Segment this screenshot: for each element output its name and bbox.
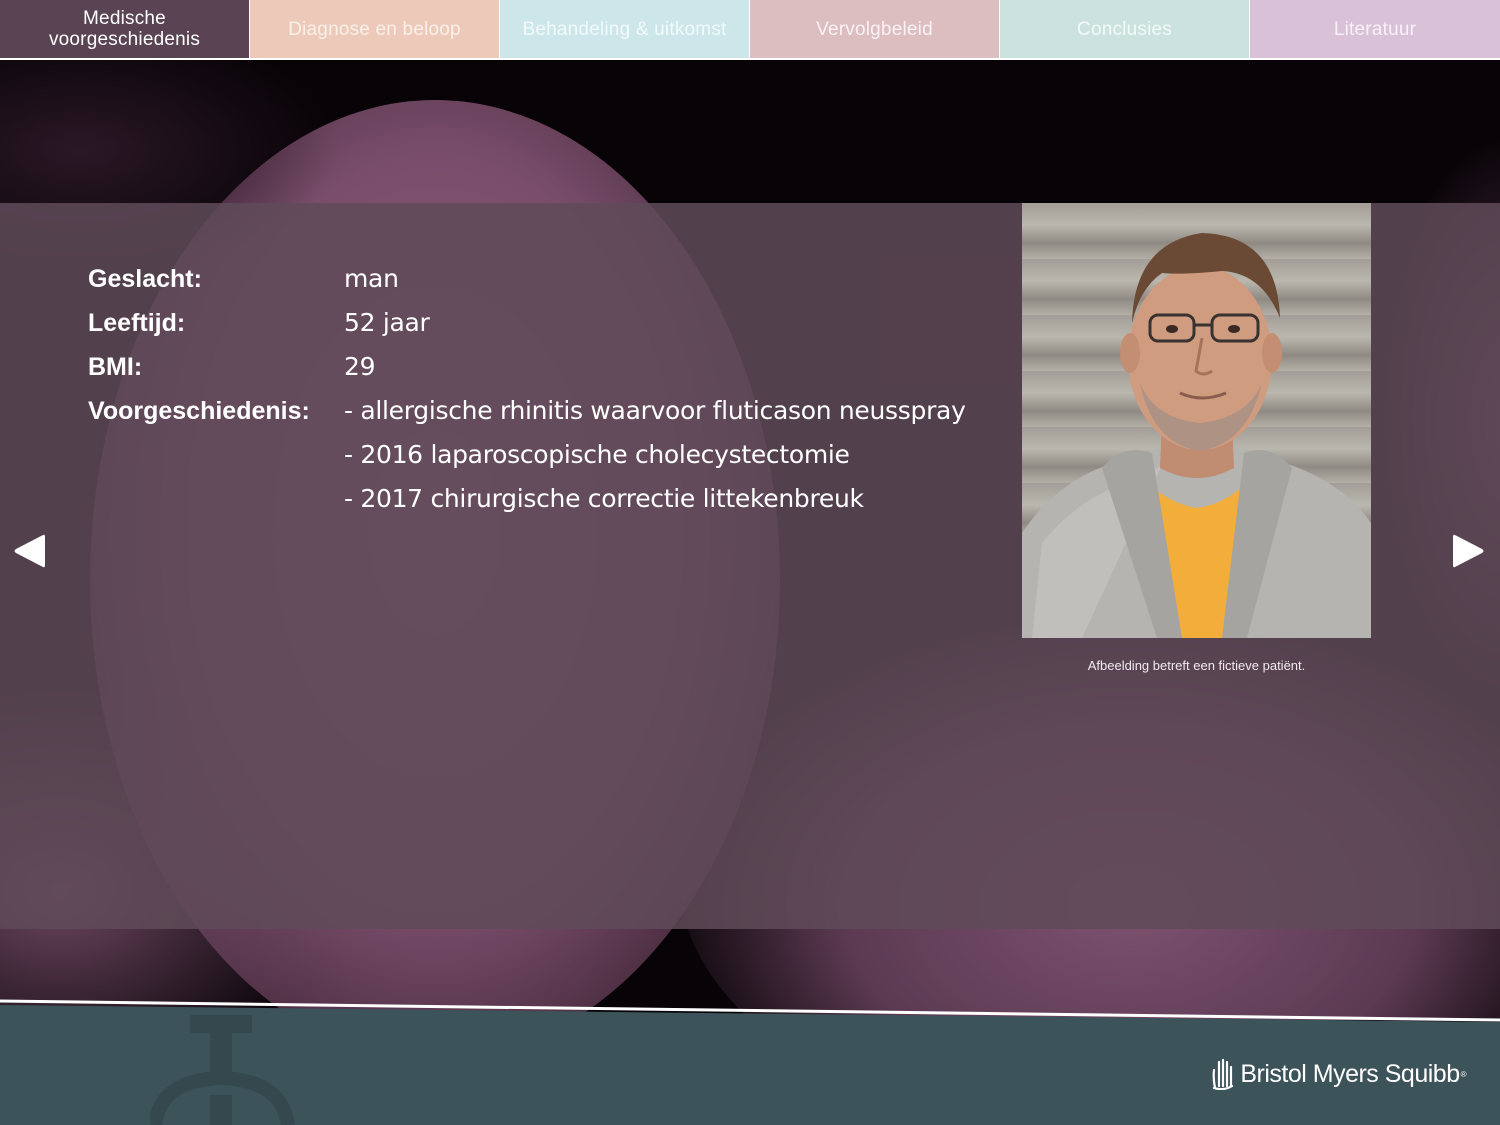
history-label: Voorgeschiedenis:	[88, 397, 310, 425]
gender-row: Geslacht: man	[88, 263, 966, 307]
patient-details: Geslacht: man Leeftijd: 52 jaar BMI: 29 …	[88, 263, 966, 527]
bmi-value: 29	[344, 352, 376, 381]
previous-slide-button[interactable]	[12, 532, 46, 570]
footer-watermark-icon	[150, 1015, 295, 1125]
tab-vervolgbeleid[interactable]: Vervolgbeleid	[750, 0, 999, 58]
history-row: - 2016 laparoscopische cholecystectomie	[88, 439, 966, 483]
registered-mark: ®	[1460, 1069, 1467, 1079]
brand-logo: Bristol Myers Squibb ®	[1212, 1058, 1467, 1090]
history-item: - 2017 chirurgische correctie littekenbr…	[344, 484, 864, 513]
history-row: - 2017 chirurgische correctie littekenbr…	[88, 483, 966, 527]
bmi-row: BMI: 29	[88, 351, 966, 395]
hand-logo-icon	[1212, 1058, 1234, 1090]
tab-literatuur[interactable]: Literatuur	[1250, 0, 1500, 58]
brand-name: Bristol Myers Squibb	[1240, 1059, 1460, 1088]
gender-value: man	[344, 264, 399, 293]
age-row: Leeftijd: 52 jaar	[88, 307, 966, 351]
patient-photo	[1022, 203, 1371, 638]
tab-diagnose-en-beloop[interactable]: Diagnose en beloop	[250, 0, 499, 58]
tab-medische-voorgeschiedenis[interactable]: Medische voorgeschiedenis	[0, 0, 249, 58]
age-value: 52 jaar	[344, 308, 430, 337]
tab-conclusies[interactable]: Conclusies	[1000, 0, 1249, 58]
main-tab-bar: Medische voorgeschiedenis Diagnose en be…	[0, 0, 1500, 60]
photo-caption: Afbeelding betreft een fictieve patiënt.	[1087, 658, 1306, 673]
triangle-right-icon	[1453, 534, 1484, 568]
history-row: Voorgeschiedenis: - allergische rhinitis…	[88, 395, 966, 439]
tab-behandeling-uitkomst[interactable]: Behandeling & uitkomst	[500, 0, 749, 58]
age-label: Leeftijd:	[88, 309, 186, 337]
history-item: - 2016 laparoscopische cholecystectomie	[344, 440, 850, 469]
next-slide-button[interactable]	[1452, 532, 1486, 570]
triangle-left-icon	[14, 534, 45, 568]
history-item: - allergische rhinitis waarvoor fluticas…	[344, 396, 966, 425]
bmi-label: BMI:	[88, 353, 143, 381]
gender-label: Geslacht:	[88, 265, 202, 293]
patient-portrait-illustration	[1022, 233, 1371, 638]
